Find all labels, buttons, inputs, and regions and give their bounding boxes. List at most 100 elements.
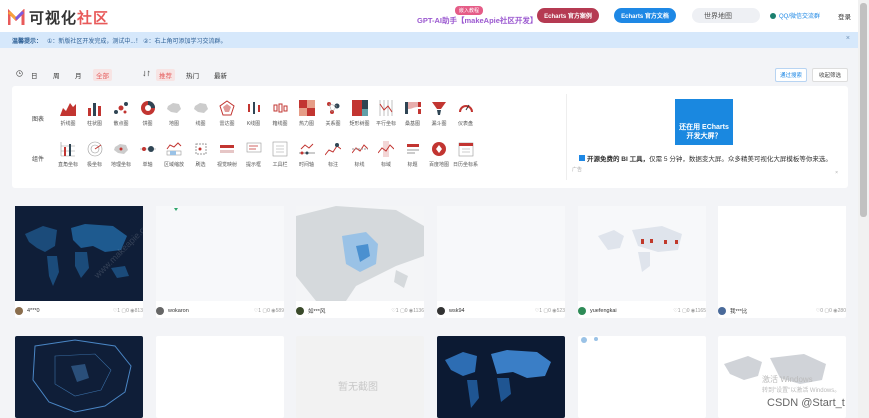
category-item[interactable]: 单轴 bbox=[135, 141, 161, 168]
avatar[interactable] bbox=[437, 307, 445, 315]
collapse-filter-button[interactable]: 收起筛选 bbox=[812, 68, 848, 82]
ad-close-icon[interactable]: × bbox=[835, 170, 838, 176]
category-item[interactable]: 仪表盘 bbox=[453, 100, 479, 127]
category-item[interactable]: 平行坐标 bbox=[373, 100, 399, 127]
ad-banner-line-2: 开发大屏？ bbox=[686, 133, 722, 140]
card-thumbnail[interactable] bbox=[437, 206, 565, 301]
card-meta: wsk94 ♡1 ▢0 ◉523 bbox=[437, 306, 565, 316]
sort-recommended[interactable]: 推荐 bbox=[156, 69, 175, 81]
category-label: 线图 bbox=[195, 121, 206, 127]
card-author[interactable]: 如***风 bbox=[308, 307, 391, 315]
gpt-assistant-link[interactable]: GPT-AI助手【makeApie社区开发】 bbox=[417, 15, 537, 26]
echarts-examples-button[interactable]: Echarts 官方案例 bbox=[537, 8, 599, 23]
card-thumbnail[interactable] bbox=[296, 206, 424, 301]
card-author[interactable]: 4***0 bbox=[27, 308, 113, 314]
chart-card[interactable] bbox=[437, 336, 565, 418]
chart-card[interactable]: www.makeapie.cn 4***0 ♡1 ▢0 ◉813 bbox=[15, 206, 143, 318]
category-item[interactable]: 百度地图 bbox=[426, 141, 452, 168]
chart-card[interactable]: 我***比 ♡0 ▢0 ◉280 bbox=[718, 206, 846, 318]
chart-card[interactable] bbox=[578, 336, 706, 418]
category-item[interactable]: 折线图 bbox=[55, 100, 81, 127]
category-label: 热力图 bbox=[298, 121, 314, 127]
asia-map-image bbox=[296, 206, 424, 301]
chart-card[interactable]: 暂无截图 bbox=[296, 336, 424, 418]
category-item[interactable]: 箱线图 bbox=[267, 100, 293, 127]
boxplot-icon bbox=[272, 100, 288, 116]
card-author[interactable]: wsk94 bbox=[449, 308, 535, 314]
category-item[interactable]: 饼图 bbox=[135, 100, 161, 127]
card-author[interactable]: wokaron bbox=[168, 308, 254, 314]
avatar[interactable] bbox=[578, 307, 586, 315]
sort-hot[interactable]: 热门 bbox=[186, 70, 199, 80]
category-item[interactable]: 直角坐标 bbox=[55, 141, 81, 168]
ad-text[interactable]: 开源免费的 BI 工具，仅需 5 分钟，数据变大屏。众多精美可视化大屏模板等你来… bbox=[579, 153, 832, 163]
filter-week[interactable]: 周 bbox=[53, 70, 60, 80]
chart-card[interactable]: wokaron ♡1 ▢0 ◉589 bbox=[156, 206, 284, 318]
world-map-blue-image bbox=[445, 350, 551, 408]
page-scrollbar[interactable] bbox=[858, 0, 869, 418]
category-item[interactable]: 桑基图 bbox=[400, 100, 426, 127]
avatar[interactable] bbox=[718, 307, 726, 315]
chart-card[interactable] bbox=[156, 336, 284, 418]
category-item[interactable]: 时间轴 bbox=[294, 141, 320, 168]
qq-group-link[interactable]: QQ/微信交流群 bbox=[770, 11, 820, 20]
graph-icon bbox=[325, 100, 341, 116]
category-item[interactable]: 提示框 bbox=[241, 141, 267, 168]
category-item[interactable]: 矩形树图 bbox=[347, 100, 373, 127]
category-item[interactable]: 极坐标 bbox=[82, 141, 108, 168]
panel-divider bbox=[566, 94, 567, 180]
category-item[interactable]: 热力图 bbox=[294, 100, 320, 127]
category-item[interactable]: 散点图 bbox=[108, 100, 134, 127]
sort-latest[interactable]: 最新 bbox=[214, 70, 227, 80]
ad-body: 仅需 5 分钟，数据变大屏。众多精美可视化大屏模板等你来选。 bbox=[649, 156, 832, 163]
category-item[interactable]: 工具栏 bbox=[267, 141, 293, 168]
likes-count: 1 bbox=[258, 308, 261, 314]
avatar[interactable] bbox=[296, 307, 304, 315]
scatter-icon bbox=[113, 100, 129, 116]
chart-card[interactable]: 如***风 ♡1 ▢0 ◉1136 bbox=[296, 206, 424, 318]
category-item[interactable]: 标注 bbox=[320, 141, 346, 168]
ad-banner[interactable]: 还在用 ECharts 开发大屏？ bbox=[675, 99, 733, 145]
category-item[interactable]: K线图 bbox=[241, 100, 267, 127]
filter-all[interactable]: 全部 bbox=[93, 69, 112, 81]
category-item[interactable]: 雷达图 bbox=[214, 100, 240, 127]
filter-month[interactable]: 月 bbox=[75, 70, 82, 80]
chart-card[interactable]: wsk94 ♡1 ▢0 ◉523 bbox=[437, 206, 565, 318]
notice-close-icon[interactable]: × bbox=[846, 35, 850, 42]
comments-count: 0 bbox=[267, 308, 270, 314]
category-item[interactable]: 柱状图 bbox=[82, 100, 108, 127]
avatar[interactable] bbox=[156, 307, 164, 315]
site-logo[interactable]: 可视化社区 bbox=[7, 7, 109, 28]
avatar[interactable] bbox=[15, 307, 23, 315]
category-item[interactable]: 区域缩放 bbox=[161, 141, 187, 168]
category-item[interactable]: 刷选 bbox=[188, 141, 214, 168]
chart-card[interactable]: yuefengkai ♡1 ▢0 ◉1165 bbox=[578, 206, 706, 318]
grid-icon bbox=[60, 141, 76, 157]
category-item[interactable]: 关系图 bbox=[320, 100, 346, 127]
advanced-search-button[interactable]: 通过搜索 bbox=[775, 68, 807, 82]
card-author[interactable]: yuefengkai bbox=[590, 308, 673, 314]
echarts-docs-button[interactable]: Echarts 官方文档 bbox=[614, 8, 676, 23]
scrollbar-thumb[interactable] bbox=[860, 3, 867, 217]
category-item[interactable]: 标域 bbox=[373, 141, 399, 168]
search-input[interactable]: 世界地图 bbox=[692, 8, 760, 23]
category-label: 标注 bbox=[327, 162, 338, 168]
gauge-icon bbox=[458, 100, 474, 116]
category-item[interactable]: 视觉映射 bbox=[214, 141, 240, 168]
category-item[interactable]: 标线 bbox=[347, 141, 373, 168]
category-item[interactable]: 地图 bbox=[161, 100, 187, 127]
category-item[interactable]: 地理坐标 bbox=[108, 141, 134, 168]
category-item[interactable]: 漏斗图 bbox=[426, 100, 452, 127]
category-item[interactable]: 线图 bbox=[188, 100, 214, 127]
login-link[interactable]: 登录 bbox=[838, 11, 851, 21]
category-item[interactable]: 日历坐标系 bbox=[453, 141, 479, 168]
category-item[interactable]: 标题 bbox=[400, 141, 426, 168]
card-thumbnail[interactable]: www.makeapie.cn bbox=[15, 206, 143, 301]
card-thumbnail[interactable] bbox=[578, 206, 706, 301]
card-author[interactable]: 我***比 bbox=[730, 307, 816, 315]
chart-card[interactable] bbox=[15, 336, 143, 418]
category-label: 地理坐标 bbox=[110, 162, 131, 168]
card-thumbnail[interactable] bbox=[718, 206, 846, 301]
filter-day[interactable]: 日 bbox=[31, 70, 38, 80]
card-thumbnail[interactable] bbox=[156, 206, 284, 301]
